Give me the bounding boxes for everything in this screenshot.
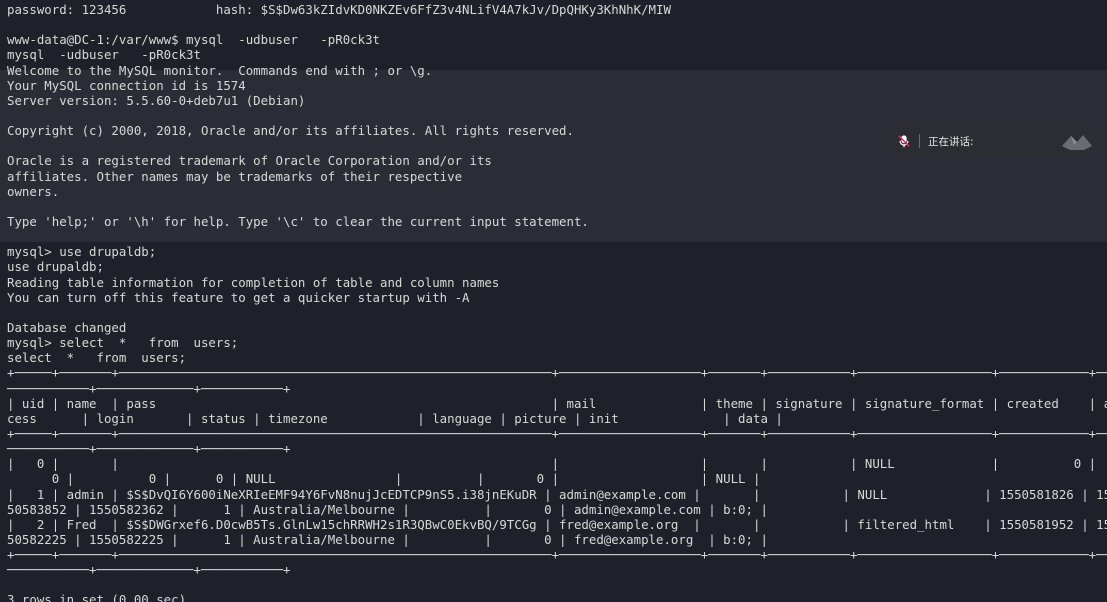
terminal-line: use drupaldb; [7, 259, 104, 275]
terminal-line: owners. [7, 183, 60, 199]
terminal-line: | 0 | | | | | | NULL | 0 | [7, 456, 1097, 472]
terminal-line: mysql -udbuser -pR0ck3t [7, 47, 201, 63]
terminal-line: Your MySQL connection id is 1574 [7, 77, 246, 93]
terminal-line: Database changed [7, 319, 127, 335]
terminal-line: | 2 | Fred | $S$DWGrxef6.D0cwB5Ts.GlnLw1… [7, 516, 1107, 532]
terminal-line: ───────────+─────────────+───────────+ [7, 562, 291, 578]
terminal-window[interactable]: password: 123456 hash: $S$Dw63kZIdvKD0NK… [0, 0, 1107, 602]
terminal-line: Reading table information for completion… [7, 274, 500, 290]
mic-slash-icon [898, 135, 910, 148]
terminal-line: password: 123456 hash: $S$Dw63kZIdvKD0NK… [7, 2, 671, 17]
terminal-line: mysql> use drupaldb; [7, 244, 157, 260]
app-logo-icon [1062, 135, 1092, 150]
voice-chat-speaking-indicator[interactable]: 正在讲话: [887, 126, 1098, 156]
terminal-line: +─────+───────+─────────────────────────… [7, 425, 1107, 441]
terminal-line: affiliates. Other names may be trademark… [7, 168, 463, 184]
terminal-line: select * from users; [7, 350, 187, 366]
terminal-line: Type 'help;' or '\h' for help. Type '\c'… [7, 213, 589, 229]
terminal-line: Server version: 5.5.60-0+deb7u1 (Debian) [7, 92, 306, 108]
terminal-line: 50583852 | 1550582362 | 1 | Australia/Me… [7, 501, 768, 517]
terminal-line: ───────────+─────────────+───────────+ [7, 441, 291, 457]
terminal-line: Welcome to the MySQL monitor. Commands e… [7, 62, 433, 78]
terminal-line: cess | login | status | timezone | langu… [7, 410, 783, 426]
terminal-line: www-data@DC-1:/var/www$ mysql -udbuser -… [7, 32, 380, 48]
terminal-line: | 1 | admin | $S$DvQI6Y600iNeXRIeEMF94Y6… [7, 486, 1107, 502]
terminal-line: mysql> select * from users; [7, 335, 239, 351]
terminal-line: You can turn off this feature to get a q… [7, 289, 470, 305]
terminal-line: ───────────+─────────────+───────────+ [7, 380, 291, 396]
terminal-line: | uid | name | pass | mail | theme | sig… [7, 395, 1107, 411]
terminal-line: +─────+───────+─────────────────────────… [7, 365, 1107, 381]
terminal-line: 3 rows in set (0.00 sec) [7, 592, 187, 602]
terminal-line: 50582225 | 1550582225 | 1 | Australia/Me… [7, 531, 768, 547]
terminal-line: +─────+───────+─────────────────────────… [7, 547, 1107, 563]
terminal-output: password: 123456 hash: $S$Dw63kZIdvKD0NK… [7, 2, 1107, 602]
separator [919, 134, 920, 148]
terminal-line: 0 | 0 | 0 | NULL | | 0 | | NULL | [7, 471, 761, 487]
